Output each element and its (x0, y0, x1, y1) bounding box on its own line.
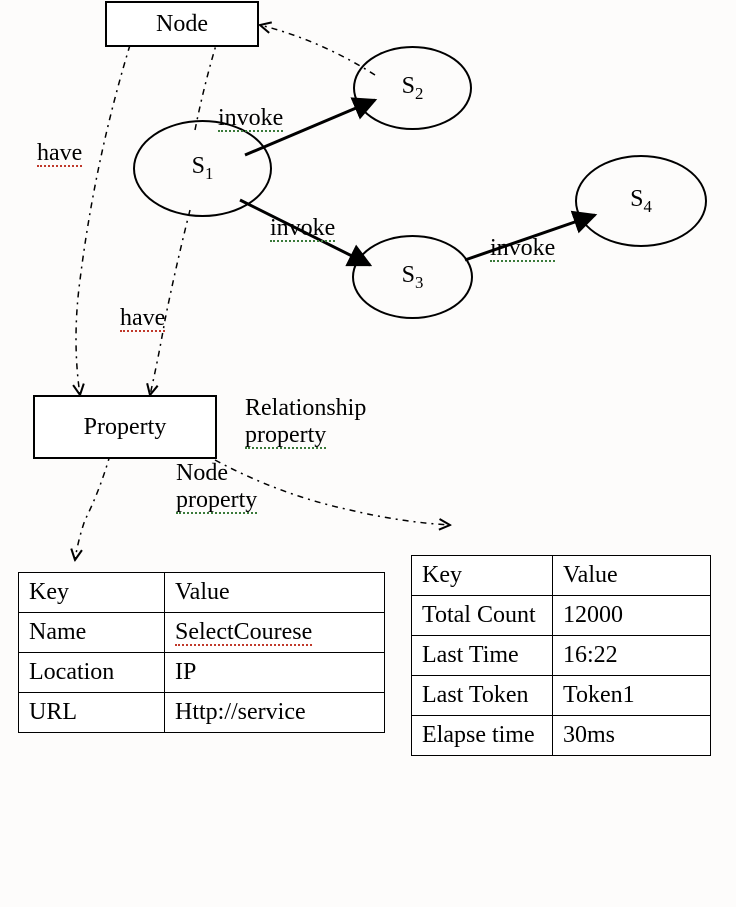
cell-value: SelectCourese (165, 613, 385, 653)
edge-label-have-s1: have (120, 305, 165, 332)
cell-value: Http://service (165, 693, 385, 733)
node-s3-label: S3 (402, 262, 424, 293)
cell-key: URL (19, 693, 165, 733)
cell-key: Total Count (412, 596, 553, 636)
label-relationship-property: Relationship property (245, 395, 445, 449)
node-s4-label: S4 (630, 186, 652, 217)
cell-value: 12000 (553, 596, 711, 636)
table-row: Name SelectCourese (19, 613, 385, 653)
cell-value: 30ms (553, 716, 711, 756)
edge-label-invoke-s1-s2: invoke (218, 105, 283, 132)
edge-label-have-node: have (37, 140, 82, 167)
node-s2: S2 (353, 46, 472, 130)
node-s3: S3 (352, 235, 473, 319)
cell-header-value: Value (553, 556, 711, 596)
cell-key: Elapse time (412, 716, 553, 756)
edge-label-invoke-s3-s4: invoke (490, 235, 555, 262)
table-node-property: Key Value Name SelectCourese Location IP… (18, 572, 385, 733)
node-box-label: Node (156, 11, 208, 38)
cell-value: IP (165, 653, 385, 693)
property-box-label: Property (84, 414, 167, 441)
cell-header-value: Value (165, 573, 385, 613)
table-row: URL Http://service (19, 693, 385, 733)
table-row: Key Value (412, 556, 711, 596)
cell-value: Token1 (553, 676, 711, 716)
table-row: Location IP (19, 653, 385, 693)
table-row: Elapse time 30ms (412, 716, 711, 756)
node-box: Node (105, 1, 259, 47)
edge-label-invoke-s1-s3: invoke (270, 215, 335, 242)
cell-header-key: Key (19, 573, 165, 613)
table-row: Last Time 16:22 (412, 636, 711, 676)
label-node-property: Node property (176, 460, 316, 514)
table-row: Key Value (19, 573, 385, 613)
cell-key: Last Token (412, 676, 553, 716)
node-s1: S1 (133, 120, 272, 217)
property-box: Property (33, 395, 217, 459)
table-row: Total Count 12000 (412, 596, 711, 636)
table-row: Last Token Token1 (412, 676, 711, 716)
cell-value: 16:22 (553, 636, 711, 676)
cell-key: Location (19, 653, 165, 693)
node-s4: S4 (575, 155, 707, 247)
node-s1-label: S1 (192, 153, 214, 184)
table-relationship-property: Key Value Total Count 12000 Last Time 16… (411, 555, 711, 756)
cell-key: Last Time (412, 636, 553, 676)
cell-header-key: Key (412, 556, 553, 596)
cell-key: Name (19, 613, 165, 653)
node-s2-label: S2 (402, 73, 424, 104)
